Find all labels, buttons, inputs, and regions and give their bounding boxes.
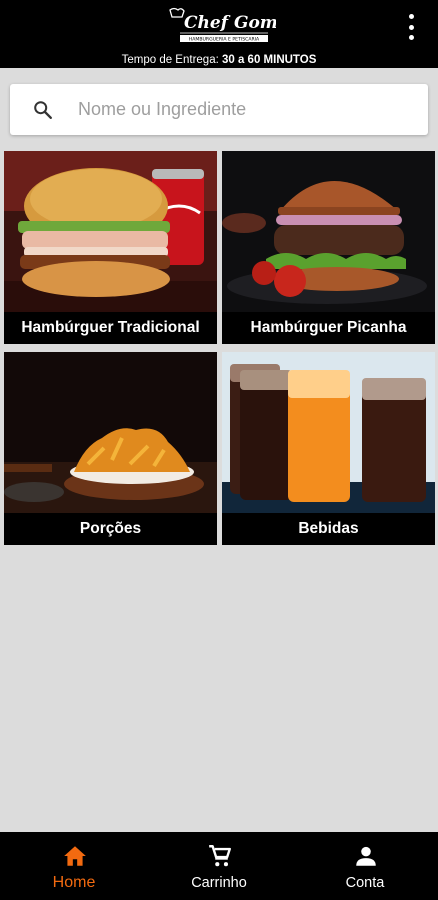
nav-carrinho-label: Carrinho (191, 875, 247, 891)
nav-conta-label: Conta (345, 875, 385, 891)
top-bar: Chef Gomes HAMBURGUERIA E PETISCARIA Tem… (0, 0, 438, 68)
category-label: Hambúrguer Picanha (222, 312, 435, 344)
search-input[interactable] (76, 84, 416, 135)
category-card-hamburguer-picanha[interactable]: Hambúrguer Picanha (222, 151, 435, 344)
bottom-navigation: Home Carrinho Conta (0, 832, 438, 900)
more-options-icon[interactable] (404, 14, 418, 40)
category-card-bebidas[interactable]: Bebidas (222, 352, 435, 545)
brand-logo: Chef Gomes HAMBURGUERIA E PETISCARIA (162, 6, 299, 46)
nav-carrinho[interactable]: Carrinho (159, 832, 279, 900)
category-label: Hambúrguer Tradicional (4, 312, 217, 344)
category-card-porcoes[interactable]: Porções (4, 352, 217, 545)
drinks-photo (222, 352, 435, 513)
nav-home-label: Home (52, 874, 96, 891)
delivery-label: Tempo de Entrega: (121, 54, 219, 66)
category-label: Porções (4, 513, 217, 545)
nav-home[interactable]: Home (14, 832, 134, 900)
svg-text:Chef Gomes: Chef Gomes (184, 13, 276, 33)
burger-photo (4, 151, 217, 312)
search-icon[interactable] (32, 99, 54, 121)
delivery-time: Tempo de Entrega: 30 a 60 MINUTOS (0, 53, 438, 67)
nav-conta[interactable]: Conta (305, 832, 425, 900)
fries-photo (4, 352, 217, 513)
person-icon (356, 846, 376, 866)
category-label: Bebidas (222, 513, 435, 545)
svg-text:HAMBURGUERIA E PETISCARIA: HAMBURGUERIA E PETISCARIA (189, 37, 260, 43)
category-card-hamburguer-tradicional[interactable]: Hambúrguer Tradicional (4, 151, 217, 344)
search-bar[interactable] (10, 84, 428, 135)
delivery-value: 30 a 60 MINUTOS (221, 54, 317, 66)
burger-photo (222, 151, 435, 312)
cart-icon (209, 845, 231, 867)
home-icon (64, 846, 86, 866)
